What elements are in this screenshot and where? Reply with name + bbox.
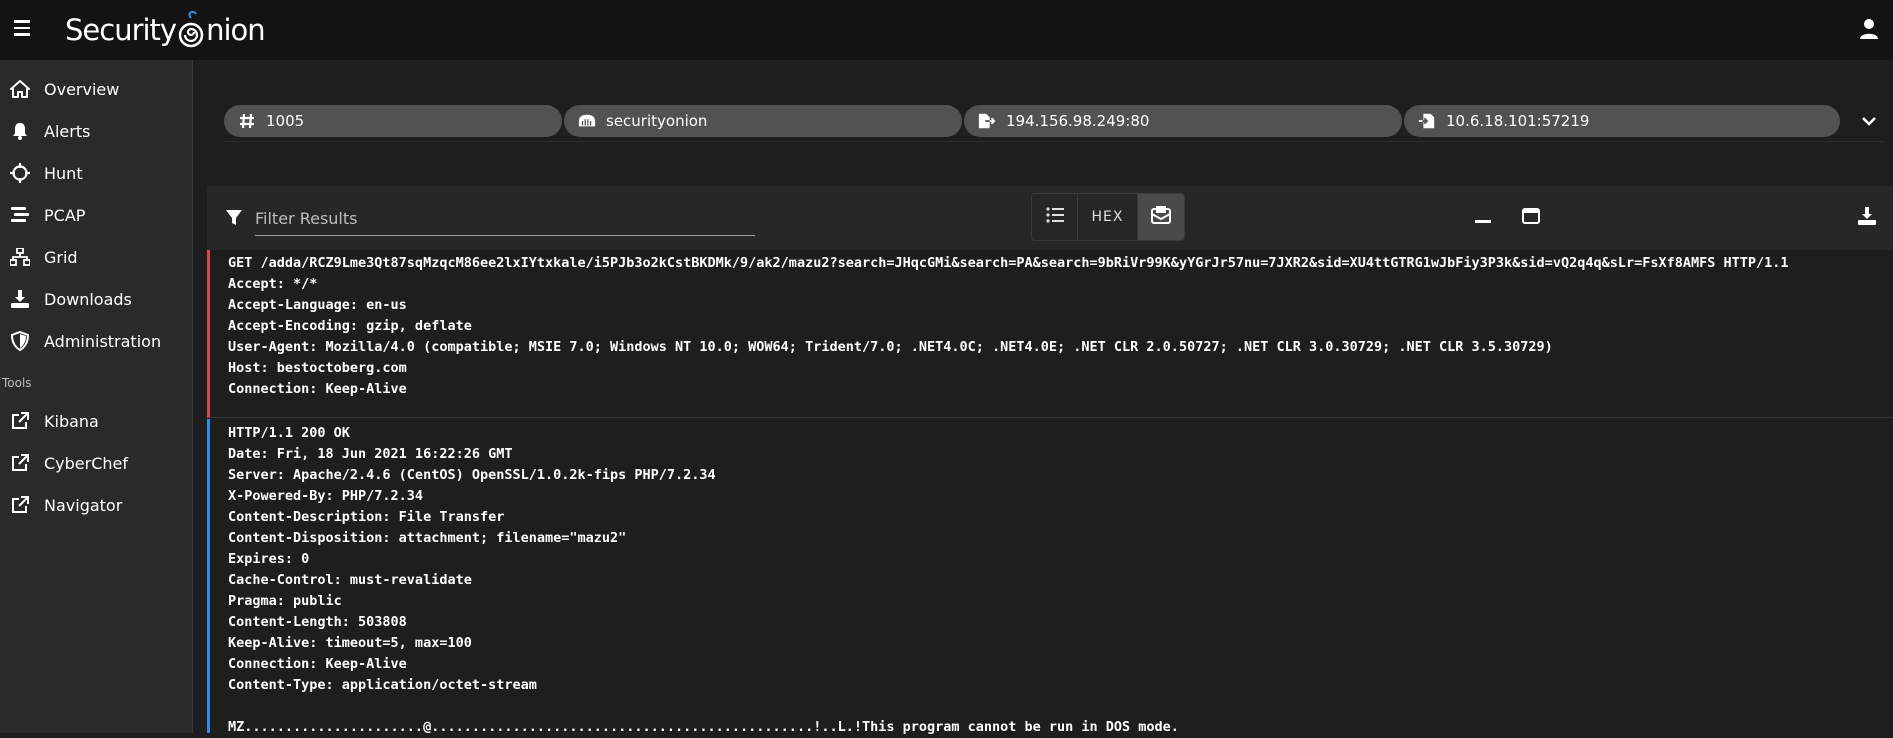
sidebar-item-overview[interactable]: Overview — [0, 68, 192, 110]
filter-icon — [225, 209, 243, 227]
chevron-down-icon[interactable] — [1860, 112, 1878, 130]
request-line: Connection: Keep-Alive — [228, 381, 407, 397]
sidebar-item-label: PCAP — [44, 205, 86, 225]
response-line: Server: Apache/2.4.6 (CentOS) OpenSSL/1.… — [228, 467, 716, 483]
response-line: Keep-Alive: timeout=5, max=100 — [228, 635, 472, 651]
response-line — [228, 696, 1893, 717]
logo-text-start: Security — [65, 13, 177, 47]
request-line: User-Agent: Mozilla/4.0 (compatible; MSI… — [228, 339, 1553, 355]
user-icon[interactable] — [1859, 18, 1879, 40]
response-line: Content-Type: application/octet-stream — [228, 677, 537, 693]
sidebar-item-label: Downloads — [44, 289, 132, 309]
external-link-icon — [10, 453, 30, 473]
sidebar-item-navigator[interactable]: Navigator — [0, 484, 192, 526]
hex-view-button[interactable]: HEX — [1078, 194, 1138, 240]
crosshairs-icon — [10, 163, 30, 183]
chip-text: 10.6.18.101:57219 — [1446, 111, 1590, 130]
home-icon — [10, 79, 30, 99]
download-icon — [1858, 207, 1876, 229]
response-line: Content-Disposition: attachment; filenam… — [228, 530, 627, 546]
response-line: Date: Fri, 18 Jun 2021 16:22:26 GMT — [228, 446, 513, 462]
file-export-icon — [978, 112, 996, 130]
sidebar-item-grid[interactable]: Grid — [0, 236, 192, 278]
response-line: MZ......................@...............… — [228, 719, 1179, 735]
chip-source[interactable]: 194.156.98.249:80 — [964, 104, 1402, 137]
stream-icon — [10, 205, 30, 225]
window-minimize-icon — [1474, 207, 1492, 229]
response-line: Cache-Control: must-revalidate — [228, 572, 472, 588]
request-line: GET /adda/RCZ9Lme3Qt87sqMzqcM86ee2lxIYtx… — [228, 255, 1789, 271]
server-icon — [578, 112, 596, 130]
view-mode-toggle: HEX — [1031, 193, 1185, 241]
hashtag-icon — [238, 112, 256, 130]
download-pcap-button[interactable] — [1853, 204, 1881, 232]
sidebar-item-cyberchef[interactable]: CyberChef — [0, 442, 192, 484]
sidebar-item-label: Kibana — [44, 411, 99, 431]
request-line: Accept-Language: en-us — [228, 297, 407, 313]
external-link-icon — [10, 411, 30, 431]
transcript-view-button[interactable] — [1138, 194, 1184, 240]
download-icon — [10, 289, 30, 309]
request-line: Accept-Encoding: gzip, deflate — [228, 318, 472, 334]
response-line: HTTP/1.1 200 OK — [228, 425, 350, 441]
bell-icon — [10, 121, 30, 141]
list-icon — [1045, 207, 1064, 227]
sidebar-item-label: Overview — [44, 79, 120, 99]
file-import-icon — [1418, 112, 1436, 130]
chip-id[interactable]: 1005 — [224, 104, 562, 137]
response-line: Connection: Keep-Alive — [228, 656, 407, 672]
list-view-button[interactable] — [1032, 194, 1078, 240]
client-request-stream: GET /adda/RCZ9Lme3Qt87sqMzqcM86ee2lxIYtx… — [207, 250, 1893, 418]
mail-bulk-icon — [1151, 206, 1171, 228]
chip-text: 1005 — [266, 111, 305, 130]
window-maximize-icon — [1522, 208, 1540, 228]
sidebar-item-label: Administration — [44, 331, 162, 351]
menu-icon[interactable] — [14, 20, 30, 38]
external-link-icon — [10, 495, 30, 515]
response-line: Content-Description: File Transfer — [228, 509, 505, 525]
chip-text: securityonion — [606, 111, 708, 130]
sidebar-item-administration[interactable]: Administration — [0, 320, 192, 362]
pcap-panel: HEX — [207, 186, 1893, 735]
sidebar-item-label: Navigator — [44, 495, 123, 515]
maximize-button[interactable] — [1517, 204, 1545, 232]
server-response-stream: HTTP/1.1 200 OK Date: Fri, 18 Jun 2021 1… — [207, 419, 1893, 735]
network-icon — [10, 247, 30, 267]
response-line: Pragma: public — [228, 593, 342, 609]
filter-toolbar: HEX — [207, 186, 1893, 250]
sidebar-item-hunt[interactable]: Hunt — [0, 152, 192, 194]
sidebar-item-pcap[interactable]: PCAP — [0, 194, 192, 236]
top-app-bar: Security nion — [0, 0, 1893, 60]
sidebar-item-label: Alerts — [44, 121, 91, 141]
sidebar-item-downloads[interactable]: Downloads — [0, 278, 192, 320]
app-logo[interactable]: Security nion — [65, 8, 266, 52]
response-line: X-Powered-By: PHP/7.2.34 — [228, 488, 424, 504]
connection-chip-bar: 1005 securityonion 194.156.98.249:80 10.… — [224, 100, 1884, 142]
main-content: 1005 securityonion 194.156.98.249:80 10.… — [194, 60, 1893, 735]
tools-section-label: Tools — [2, 376, 32, 390]
sidebar: Overview Alerts Hunt PCAP Grid Downloads — [0, 60, 193, 733]
response-line: Expires: 0 — [228, 551, 310, 567]
request-line: Host: bestoctoberg.com — [228, 360, 407, 376]
response-line: Content-Length: 503808 — [228, 614, 407, 630]
shield-icon — [10, 331, 30, 351]
sidebar-item-label: Grid — [44, 247, 78, 267]
sidebar-item-label: Hunt — [44, 163, 83, 183]
minimize-button[interactable] — [1469, 204, 1497, 232]
sidebar-item-alerts[interactable]: Alerts — [0, 110, 192, 152]
chip-sensor[interactable]: securityonion — [564, 104, 962, 137]
chip-text: 194.156.98.249:80 — [1006, 111, 1150, 130]
filter-results-input[interactable] — [255, 202, 755, 236]
request-line: Accept: */* — [228, 276, 318, 292]
sidebar-item-label: CyberChef — [44, 453, 129, 473]
logo-text-end: nion — [206, 13, 266, 47]
onion-swirl-icon — [176, 8, 206, 52]
sidebar-item-kibana[interactable]: Kibana — [0, 400, 192, 442]
chip-destination[interactable]: 10.6.18.101:57219 — [1404, 104, 1840, 137]
